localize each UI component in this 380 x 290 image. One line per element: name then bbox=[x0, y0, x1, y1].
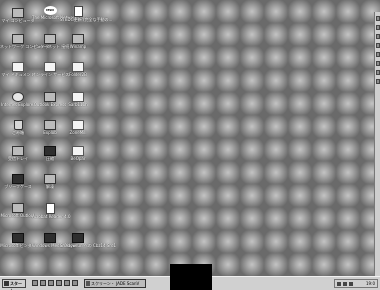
side-toolbar bbox=[374, 12, 380, 276]
taskbar-task-button[interactable]: スクリーン・ JADE ScanV bbox=[84, 279, 146, 288]
outlook-express-icon bbox=[44, 92, 56, 102]
side-toolbar-button[interactable] bbox=[376, 43, 380, 48]
desktop-icon-shadowrun[interactable]: Shadowrun への Cbz14 Srd1 bbox=[60, 233, 116, 248]
side-toolbar-button[interactable] bbox=[376, 79, 380, 84]
side-toolbar-button[interactable] bbox=[376, 52, 380, 57]
msn-icon: MSN bbox=[43, 6, 57, 15]
folder-icon bbox=[72, 146, 84, 156]
document-icon bbox=[73, 6, 83, 17]
outlook-icon[interactable] bbox=[48, 280, 54, 286]
task-app-icon bbox=[86, 281, 90, 286]
app-icon[interactable] bbox=[72, 280, 78, 286]
folder-icon bbox=[72, 92, 84, 102]
desktop-icon-sarb111h[interactable]: Sarb111h bbox=[60, 92, 96, 107]
desktop-icon-outlook[interactable]: Microsoft Outlook bbox=[0, 203, 36, 218]
acrobat-reader-icon bbox=[45, 203, 55, 214]
desktop-icon-internet-explorer[interactable]: Internet Explorer bbox=[0, 92, 36, 107]
desktop-icon-acrobat-reader[interactable]: Acrobat Reader 4.0 bbox=[32, 203, 71, 219]
desktop-icon-recycle-bin[interactable]: ごみ箱 bbox=[0, 120, 36, 135]
recycle-bin-icon bbox=[13, 120, 23, 130]
media-player-icon bbox=[44, 233, 56, 243]
compress-icon bbox=[44, 146, 56, 156]
folder-icon bbox=[12, 62, 24, 72]
desktop: マイ コンピュータ ネットワーク コンピュータ マイ ドキュメント Intern… bbox=[0, 0, 380, 290]
briefcase-icon bbox=[12, 174, 24, 184]
desktop-icon-grid: マイ コンピュータ ネットワーク コンピュータ マイ ドキュメント Intern… bbox=[0, 0, 116, 276]
desktop-icon-my-documents[interactable]: マイ ドキュメント bbox=[0, 62, 36, 77]
explorer-icon bbox=[44, 120, 56, 130]
start-button[interactable]: スタート bbox=[2, 279, 26, 290]
internet-explorer-icon bbox=[12, 92, 24, 102]
side-toolbar-button[interactable] bbox=[376, 70, 380, 75]
volume-icon[interactable] bbox=[337, 282, 341, 286]
folder-icon bbox=[72, 62, 84, 72]
black-window-overlay bbox=[170, 264, 212, 290]
desktop-icon-inbox[interactable]: 受信トレイ bbox=[0, 146, 36, 161]
channel-icon[interactable] bbox=[56, 280, 62, 286]
ie-icon[interactable] bbox=[40, 280, 46, 286]
winamp-icon bbox=[72, 34, 84, 44]
clock[interactable]: 19:0 bbox=[366, 280, 375, 287]
side-toolbar-button[interactable] bbox=[376, 34, 380, 39]
shortcut-icon bbox=[72, 233, 84, 243]
start-button-label: スタート bbox=[10, 281, 22, 290]
side-toolbar-button[interactable] bbox=[376, 25, 380, 30]
extract-icon bbox=[44, 174, 56, 184]
outlook-icon bbox=[12, 203, 24, 213]
windows-logo-icon bbox=[4, 281, 9, 286]
computer-icon bbox=[12, 8, 24, 18]
network-icon bbox=[12, 34, 24, 44]
desktop-icon-beopar[interactable]: BeOpar bbox=[60, 146, 96, 161]
internet-connection-icon bbox=[44, 34, 56, 44]
task-label: スクリーン・ JADE ScanV bbox=[91, 281, 140, 286]
folder-icon bbox=[72, 120, 84, 130]
desktop-icon[interactable] bbox=[32, 280, 38, 286]
app-icon[interactable] bbox=[64, 280, 70, 286]
ime-icon[interactable] bbox=[349, 282, 353, 286]
desktop-icon-network[interactable]: ネットワーク コンピュータ bbox=[0, 34, 49, 49]
side-toolbar-button[interactable] bbox=[376, 61, 380, 66]
binder-icon bbox=[12, 233, 24, 243]
online-services-folder-icon bbox=[44, 62, 56, 72]
network-icon[interactable] bbox=[343, 282, 347, 286]
side-toolbar-button[interactable] bbox=[376, 16, 380, 21]
desktop-icon-folder2b[interactable]: Folder2B bbox=[60, 62, 96, 77]
desktop-icon-zonemill[interactable]: ZoneMill bbox=[60, 120, 96, 135]
desktop-icon-binder[interactable]: Microsoft ビンダー bbox=[0, 233, 36, 248]
system-tray: 19:0 bbox=[334, 279, 378, 288]
desktop-icon-stedg[interactable]: STEDG更新 (完全な手動の... bbox=[60, 6, 112, 22]
desktop-icon-winamp[interactable]: Winamp bbox=[60, 34, 96, 49]
desktop-icon-extract[interactable]: 解凍 bbox=[32, 174, 68, 189]
desktop-icon-briefcase[interactable]: ブリーフケース bbox=[0, 174, 36, 189]
desktop-icon-my-computer[interactable]: マイ コンピュータ bbox=[0, 8, 36, 23]
inbox-icon bbox=[12, 146, 24, 156]
